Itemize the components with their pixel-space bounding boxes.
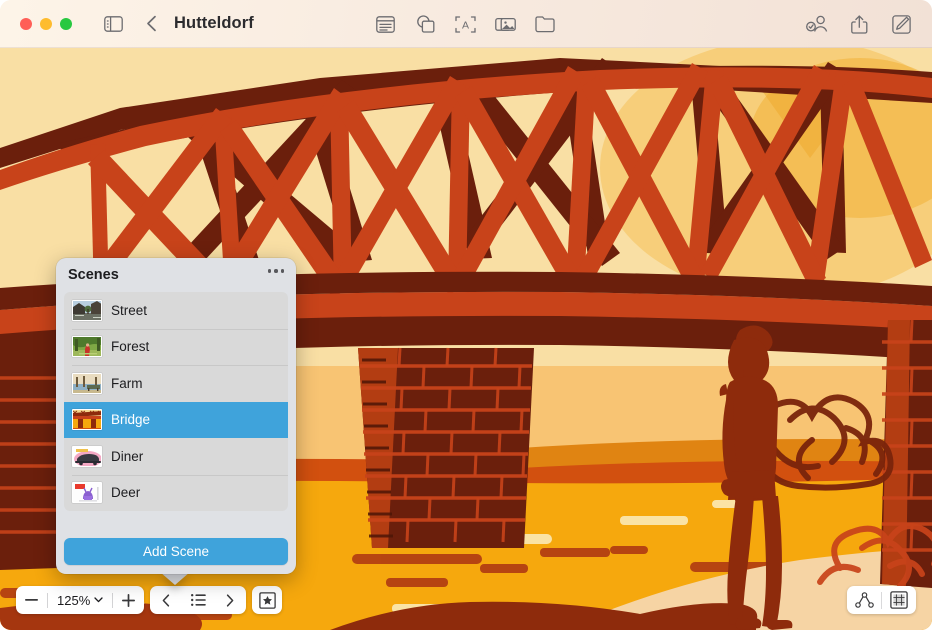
traffic-lights — [20, 18, 72, 30]
note-icon[interactable] — [370, 9, 400, 39]
bridge-thumbnail — [72, 409, 102, 430]
compose-icon[interactable] — [886, 9, 916, 39]
previous-scene-button[interactable] — [150, 586, 182, 614]
diner-thumbnail — [72, 446, 102, 467]
center-toolbar: A — [370, 9, 560, 39]
popover-header: Scenes — [56, 258, 296, 292]
list-item[interactable]: Diner — [64, 438, 288, 475]
canvas-grid-icon[interactable] — [882, 586, 916, 614]
text-box-icon[interactable]: A — [450, 9, 480, 39]
list-item-label: Street — [111, 303, 147, 318]
zoom-in-button[interactable] — [113, 586, 144, 614]
svg-text:A: A — [461, 19, 468, 31]
bottom-left-toolbar: 125% — [16, 586, 282, 614]
navigation-controls — [150, 586, 246, 614]
scene-list-button[interactable] — [182, 586, 214, 614]
list-item[interactable]: Street — [64, 292, 288, 329]
star-box-icon[interactable] — [259, 586, 276, 614]
media-icon[interactable] — [490, 9, 520, 39]
collaborate-icon[interactable] — [802, 9, 832, 39]
app-window: Hutteldorf A — [0, 0, 932, 630]
folder-icon[interactable] — [530, 9, 560, 39]
list-item-selected[interactable]: Bridge — [64, 402, 288, 439]
zoom-controls: 125% — [16, 586, 144, 614]
street-thumbnail — [72, 300, 102, 321]
zoom-level-selector[interactable]: 125% — [48, 586, 112, 614]
list-item-label: Diner — [111, 449, 143, 464]
scenes-popover: Scenes — [56, 258, 296, 574]
sidebar-toggle-icon[interactable] — [98, 9, 128, 39]
list-item[interactable]: Farm — [64, 365, 288, 402]
next-scene-button[interactable] — [214, 586, 246, 614]
zoom-out-button[interactable] — [16, 586, 47, 614]
back-button[interactable] — [136, 9, 166, 39]
list-item-label: Bridge — [111, 412, 150, 427]
zoom-level-value: 125% — [57, 593, 90, 608]
document-title: Hutteldorf — [174, 14, 254, 33]
list-item-label: Deer — [111, 485, 140, 500]
popover-title: Scenes — [68, 267, 119, 283]
bottom-right-toolbar — [847, 586, 916, 614]
more-options-icon[interactable] — [268, 269, 285, 273]
shapes-icon[interactable] — [410, 9, 440, 39]
right-toolbar — [802, 9, 916, 39]
zoom-button[interactable] — [60, 18, 72, 30]
add-scene-button[interactable]: Add Scene — [64, 538, 288, 565]
share-icon[interactable] — [844, 9, 874, 39]
chevron-down-icon — [94, 597, 103, 603]
close-button[interactable] — [20, 18, 32, 30]
scenes-list: Street Forest — [64, 292, 288, 511]
titlebar: Hutteldorf A — [0, 0, 932, 48]
list-item-label: Farm — [111, 376, 143, 391]
list-item[interactable]: Deer — [64, 475, 288, 512]
minimize-button[interactable] — [40, 18, 52, 30]
farm-thumbnail — [72, 373, 102, 394]
list-item[interactable]: Forest — [64, 329, 288, 366]
favorite-control[interactable] — [252, 586, 282, 614]
list-item-label: Forest — [111, 339, 149, 354]
forest-thumbnail — [72, 336, 102, 357]
connections-icon[interactable] — [847, 586, 881, 614]
deer-thumbnail — [72, 482, 102, 503]
